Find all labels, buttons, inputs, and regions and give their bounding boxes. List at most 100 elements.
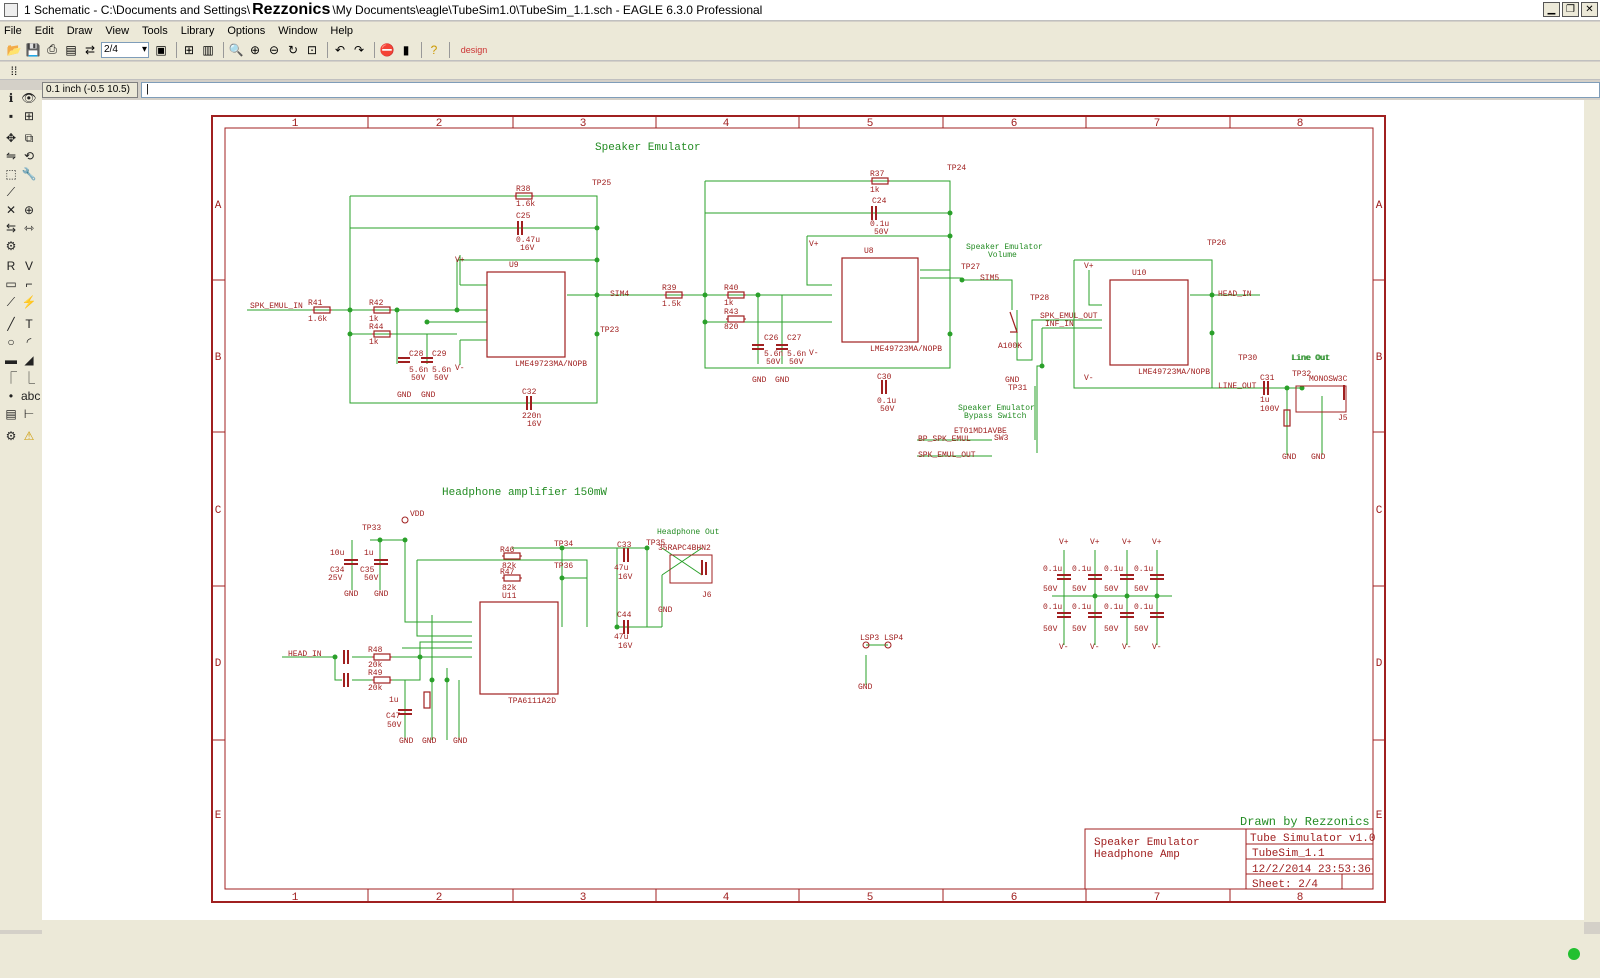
paste-icon[interactable]: ⟋: [3, 184, 19, 200]
menu-view[interactable]: View: [105, 25, 129, 37]
lbl-lsp4: LSP4: [884, 634, 903, 643]
junctions: [332, 210, 1305, 683]
display-icon[interactable]: ▪: [3, 108, 19, 124]
rect-icon[interactable]: ▬: [3, 352, 19, 368]
section-speaker-emulator: Speaker Emulator: [595, 142, 701, 154]
menu-options[interactable]: Options: [227, 25, 265, 37]
layers-icon[interactable]: ▥: [200, 42, 216, 58]
undo-icon[interactable]: ↶: [332, 42, 348, 58]
v50-5: 50V: [1043, 625, 1058, 634]
lbl-u10part: LME49723MA/NOPB: [1138, 368, 1210, 377]
horizontal-scrollbar[interactable]: [42, 920, 1584, 934]
print-icon[interactable]: ⎙: [44, 42, 60, 58]
schematic-canvas[interactable]: 1 2 3 4 5 6 7 8 1 2 3 4 5 6 7 8 A B C D …: [42, 100, 1600, 920]
invoke-icon[interactable]: ⚡: [21, 294, 37, 310]
rotate-icon[interactable]: ⟲: [21, 148, 37, 164]
move-icon[interactable]: ✥: [3, 130, 19, 146]
show-icon[interactable]: 👁: [21, 90, 37, 106]
vminus-4: V-: [1059, 643, 1069, 652]
minimize-button[interactable]: ▁: [1543, 2, 1560, 17]
redo-icon[interactable]: ↷: [351, 42, 367, 58]
decap-5: 0.1u: [1043, 603, 1062, 612]
lbl-r41: R41: [308, 299, 323, 308]
vertical-scrollbar[interactable]: [1584, 100, 1600, 922]
lbl-r37: R37: [870, 170, 885, 179]
titleblock-sheet: Sheet: 2/4: [1252, 879, 1318, 891]
group-icon[interactable]: ⬚: [3, 166, 19, 182]
lbl-c34v: 10u: [330, 549, 345, 558]
stop-icon[interactable]: ⛔: [379, 42, 395, 58]
mark-icon[interactable]: ⊞: [21, 108, 37, 124]
u11-body: [479, 601, 559, 695]
dimension-icon[interactable]: ⊢: [21, 406, 37, 422]
miter-icon[interactable]: ⌐: [21, 276, 37, 292]
zoom-out-icon[interactable]: ⊖: [266, 42, 282, 58]
add-icon[interactable]: ⊕: [21, 202, 37, 218]
lbl-c32v2: 16V: [527, 420, 542, 429]
net-icon[interactable]: ⎿: [21, 370, 37, 386]
menu-library[interactable]: Library: [181, 25, 215, 37]
command-input[interactable]: |: [141, 82, 1600, 98]
grid-dots-icon[interactable]: ⁞⁞: [6, 63, 22, 79]
circle-icon[interactable]: ○: [3, 334, 19, 350]
lbl-c33v: 47u: [614, 564, 629, 573]
menu-window[interactable]: Window: [278, 25, 317, 37]
board-switch-icon[interactable]: ⇄: [82, 42, 98, 58]
replace-icon[interactable]: ⚙: [3, 238, 19, 254]
label-icon[interactable]: abc: [21, 388, 40, 404]
zoom-in-icon[interactable]: ⊕: [247, 42, 263, 58]
menu-draw[interactable]: Draw: [67, 25, 93, 37]
grid-icon[interactable]: ⊞: [181, 42, 197, 58]
script-icon[interactable]: ▣: [153, 42, 169, 58]
split-icon[interactable]: ⟋: [3, 294, 19, 310]
menu-file[interactable]: File: [4, 25, 22, 37]
sheet-select[interactable]: 2/4: [101, 41, 149, 58]
lbl-r49: R49: [368, 669, 383, 678]
open-icon[interactable]: 📂: [6, 42, 22, 58]
zoom-select-icon[interactable]: ⊡: [304, 42, 320, 58]
zoom-redraw-icon[interactable]: ↻: [285, 42, 301, 58]
lbl-c34v2: 25V: [328, 574, 343, 583]
lbl-j5part: MONOSW3C: [1309, 375, 1348, 384]
name-icon[interactable]: R: [3, 258, 19, 274]
close-button[interactable]: ✕: [1581, 2, 1598, 17]
zoom-fit-icon[interactable]: 🔍: [228, 42, 244, 58]
col-label-6b: 6: [1011, 892, 1018, 904]
help-icon[interactable]: ?: [426, 42, 442, 58]
change-icon[interactable]: 🔧: [21, 166, 37, 182]
maximize-button[interactable]: ❐: [1562, 2, 1579, 17]
menu-tools[interactable]: Tools: [142, 25, 168, 37]
smash-icon[interactable]: ▭: [3, 276, 19, 292]
mirror-icon[interactable]: ⇋: [3, 148, 19, 164]
col-label-5: 5: [867, 118, 874, 130]
value-icon[interactable]: V: [21, 258, 37, 274]
bus-icon[interactable]: ⎾: [3, 370, 19, 386]
info-icon[interactable]: ℹ: [3, 90, 19, 106]
u9-body: [486, 271, 566, 358]
gnd-8: GND: [344, 590, 359, 599]
lbl-lsp3: LSP3: [860, 634, 879, 643]
gateswap-icon[interactable]: ⇿: [21, 220, 37, 236]
pinswap-icon[interactable]: ⇆: [3, 220, 19, 236]
decap-4: 0.1u: [1134, 565, 1153, 574]
attribute-icon[interactable]: ▤: [3, 406, 19, 422]
text-icon[interactable]: T: [21, 316, 37, 332]
go-icon[interactable]: ▮: [398, 42, 414, 58]
delete-icon[interactable]: ✕: [3, 202, 19, 218]
wire-icon[interactable]: ╱: [3, 316, 19, 332]
save-icon[interactable]: 💾: [25, 42, 41, 58]
design-link-icon[interactable]: design: [454, 42, 494, 58]
cam-icon[interactable]: ▤: [63, 42, 79, 58]
capacitors: [343, 206, 1345, 715]
lbl-u11: U11: [502, 592, 517, 601]
lbl-spk-em-out: SPK_EMUL_OUT: [918, 451, 976, 460]
menu-edit[interactable]: Edit: [35, 25, 54, 37]
polygon-icon[interactable]: ◢: [21, 352, 37, 368]
arc-icon[interactable]: ◜: [21, 334, 37, 350]
errors-icon[interactable]: ⚠: [21, 428, 37, 444]
junction-icon[interactable]: •: [3, 388, 19, 404]
menu-help[interactable]: Help: [330, 25, 353, 37]
erc-icon[interactable]: ⚙: [3, 428, 19, 444]
lbl-c47v: 1u: [389, 696, 399, 705]
copy-icon[interactable]: ⧉: [21, 130, 37, 146]
